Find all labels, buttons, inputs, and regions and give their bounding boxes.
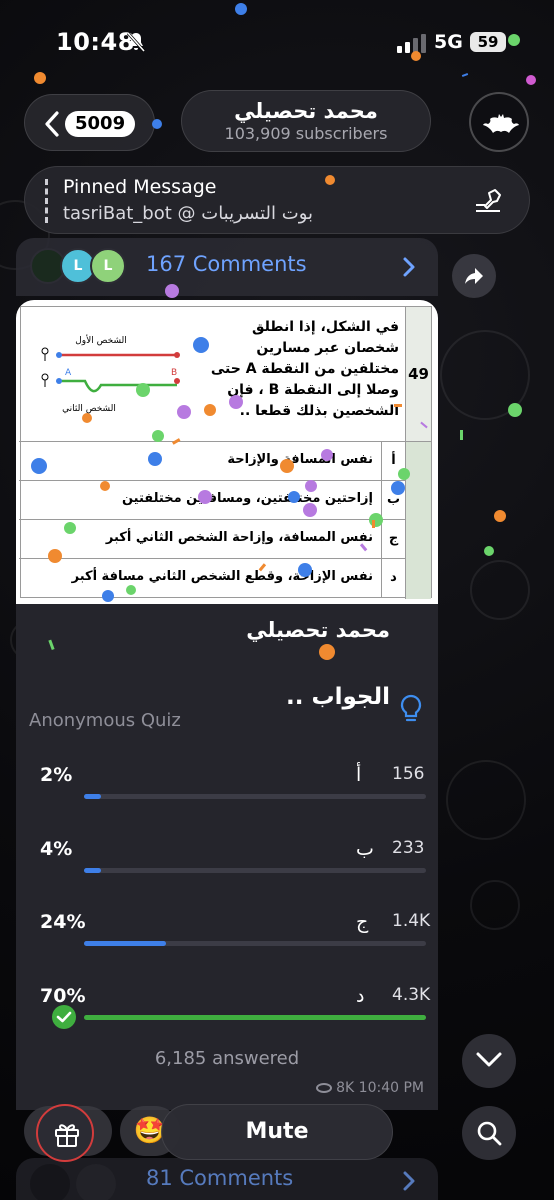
- option-letter: ج: [356, 911, 369, 933]
- sender-name: محمد تحصيلي: [246, 618, 390, 642]
- quiz-message-bubble: 49 في الشكل، إذا انطلق شخصان عبر مسارين …: [16, 300, 438, 1110]
- commenter-avatar: [30, 1164, 70, 1200]
- pinned-list-icon[interactable]: [473, 187, 503, 217]
- option-bar-fill: [84, 941, 167, 946]
- question-table: 49 في الشكل، إذا انطلق شخصان عبر مسارين …: [19, 306, 432, 599]
- chevron-left-icon: [45, 111, 59, 137]
- pinned-indicator: [45, 179, 48, 223]
- comments-count: 167 Comments: [146, 252, 307, 276]
- side-label: [405, 441, 431, 599]
- unread-count-badge: 5009: [65, 111, 136, 137]
- channel-avatar[interactable]: [469, 92, 529, 152]
- answer-row: د نفس الإزاحة، وقطع الشخص الثاني مسافة أ…: [19, 558, 405, 597]
- answer-letter: د: [381, 559, 405, 597]
- paths-figure: الشخص الأول A B الشخص الثاني: [41, 334, 180, 414]
- channel-title: محمد تحصيلي: [234, 99, 378, 123]
- answer-text: نفس المسافة والإزاحة: [227, 452, 373, 467]
- option-bar-track: [84, 868, 426, 873]
- option-letter: أ: [356, 764, 362, 786]
- search-button[interactable]: [462, 1106, 516, 1160]
- question-text: في الشكل، إذا انطلق شخصان عبر مسارين مخت…: [210, 319, 399, 419]
- option-count: 1.4K: [392, 911, 431, 931]
- option-bar-track: [84, 941, 426, 946]
- answered-count: 6,185 answered: [154, 1048, 300, 1069]
- answer-text: نفس المسافة، وإزاحة الشخص الثاني أكبر: [105, 530, 373, 545]
- pinned-title: Pinned Message: [63, 176, 217, 198]
- option-bar-fill: [84, 868, 102, 873]
- chevron-right-icon: [403, 257, 415, 277]
- option-bar-track: [84, 794, 426, 799]
- answer-row: أ نفس المسافة والإزاحة: [19, 441, 405, 480]
- quiz-option[interactable]: 24% ج 1.4K: [16, 911, 438, 985]
- figure-label-person2: الشخص الثاني: [62, 404, 116, 414]
- checkmark-icon: [52, 1005, 76, 1029]
- cellular-signal-icon: [397, 34, 426, 53]
- figure-label-a: A: [65, 368, 72, 378]
- option-percent: 4%: [40, 838, 73, 860]
- option-percent: 24%: [40, 911, 86, 933]
- comments-button-top[interactable]: L L 167 Comments: [16, 238, 438, 296]
- answer-text: إزاحتين مختلفتين، ومسافتين مختلفتين: [121, 491, 373, 506]
- quiz-option[interactable]: 2% أ 156: [16, 764, 438, 838]
- option-count: 4.3K: [392, 985, 431, 1005]
- figure-label-b: B: [171, 368, 177, 378]
- share-button[interactable]: [452, 254, 496, 298]
- message-time: 10:40 PM: [358, 1080, 424, 1096]
- option-count: 233: [392, 838, 425, 858]
- question-image[interactable]: 49 في الشكل، إذا انطلق شخصان عبر مسارين …: [16, 300, 438, 604]
- battery-indicator: 59: [470, 32, 506, 52]
- views-eye-icon: [316, 1083, 333, 1093]
- figure-label-person1: الشخص الأول: [75, 334, 127, 346]
- option-letter: د: [356, 985, 365, 1007]
- channel-title-button[interactable]: محمد تحصيلي 103,909 subscribers: [181, 90, 431, 152]
- answer-letter: أ: [381, 442, 405, 480]
- quiz-type-label: Anonymous Quiz: [29, 710, 181, 731]
- answer-letter: ب: [381, 481, 405, 519]
- status-bar: 10:48 5G 59: [0, 0, 554, 80]
- bat-logo-icon: [483, 114, 519, 133]
- gift-icon: [55, 1124, 79, 1147]
- pinned-message-bar[interactable]: Pinned Message tasriBat_bot @ بوت التسري…: [24, 166, 530, 234]
- answer-row: ب إزاحتين مختلفتين، ومسافتين مختلفتين: [19, 480, 405, 519]
- quiz-question: الجواب ..: [286, 684, 390, 710]
- option-bar-fill: [84, 1015, 426, 1020]
- chevron-down-icon: [476, 1052, 502, 1067]
- comments-count: 81 Comments: [146, 1166, 294, 1190]
- bottom-bar: 81 Comments 🤩 Mute: [0, 1100, 554, 1200]
- share-arrow-icon: [465, 268, 483, 284]
- view-count: 8K: [336, 1080, 355, 1096]
- commenter-avatar: [76, 1164, 116, 1200]
- back-button[interactable]: 5009: [24, 94, 155, 151]
- message-meta: 8K 10:40 PM: [316, 1080, 424, 1096]
- subscriber-count: 103,909 subscribers: [224, 124, 388, 143]
- quiz-option[interactable]: 4% ب 233: [16, 838, 438, 912]
- lightbulb-icon[interactable]: [398, 694, 424, 724]
- option-bar-fill: [84, 794, 102, 799]
- answer-row: ج نفس المسافة، وإزاحة الشخص الثاني أكبر: [19, 519, 405, 558]
- question-number: 49: [405, 307, 431, 441]
- pinned-text: tasriBat_bot @ بوت التسريبات: [63, 203, 314, 224]
- commenter-avatar: L: [90, 248, 126, 284]
- bell-off-icon: [126, 32, 146, 52]
- option-percent: 70%: [40, 985, 86, 1007]
- mute-button[interactable]: Mute: [161, 1104, 393, 1160]
- answer-letter: ج: [381, 520, 405, 558]
- search-icon: [477, 1121, 502, 1146]
- chevron-right-icon: [403, 1171, 415, 1191]
- comments-button-bottom[interactable]: 81 Comments: [16, 1158, 438, 1200]
- option-count: 156: [392, 764, 425, 784]
- answer-text: نفس الإزاحة، وقطع الشخص الثاني مسافة أكب…: [71, 569, 373, 584]
- option-percent: 2%: [40, 764, 73, 786]
- option-bar-track: [84, 1015, 426, 1020]
- gift-button[interactable]: [36, 1104, 94, 1162]
- scroll-down-button[interactable]: [462, 1034, 516, 1088]
- network-type: 5G: [434, 31, 463, 53]
- option-letter: ب: [356, 838, 374, 860]
- chat-header: 5009 محمد تحصيلي 103,909 subscribers: [0, 90, 554, 154]
